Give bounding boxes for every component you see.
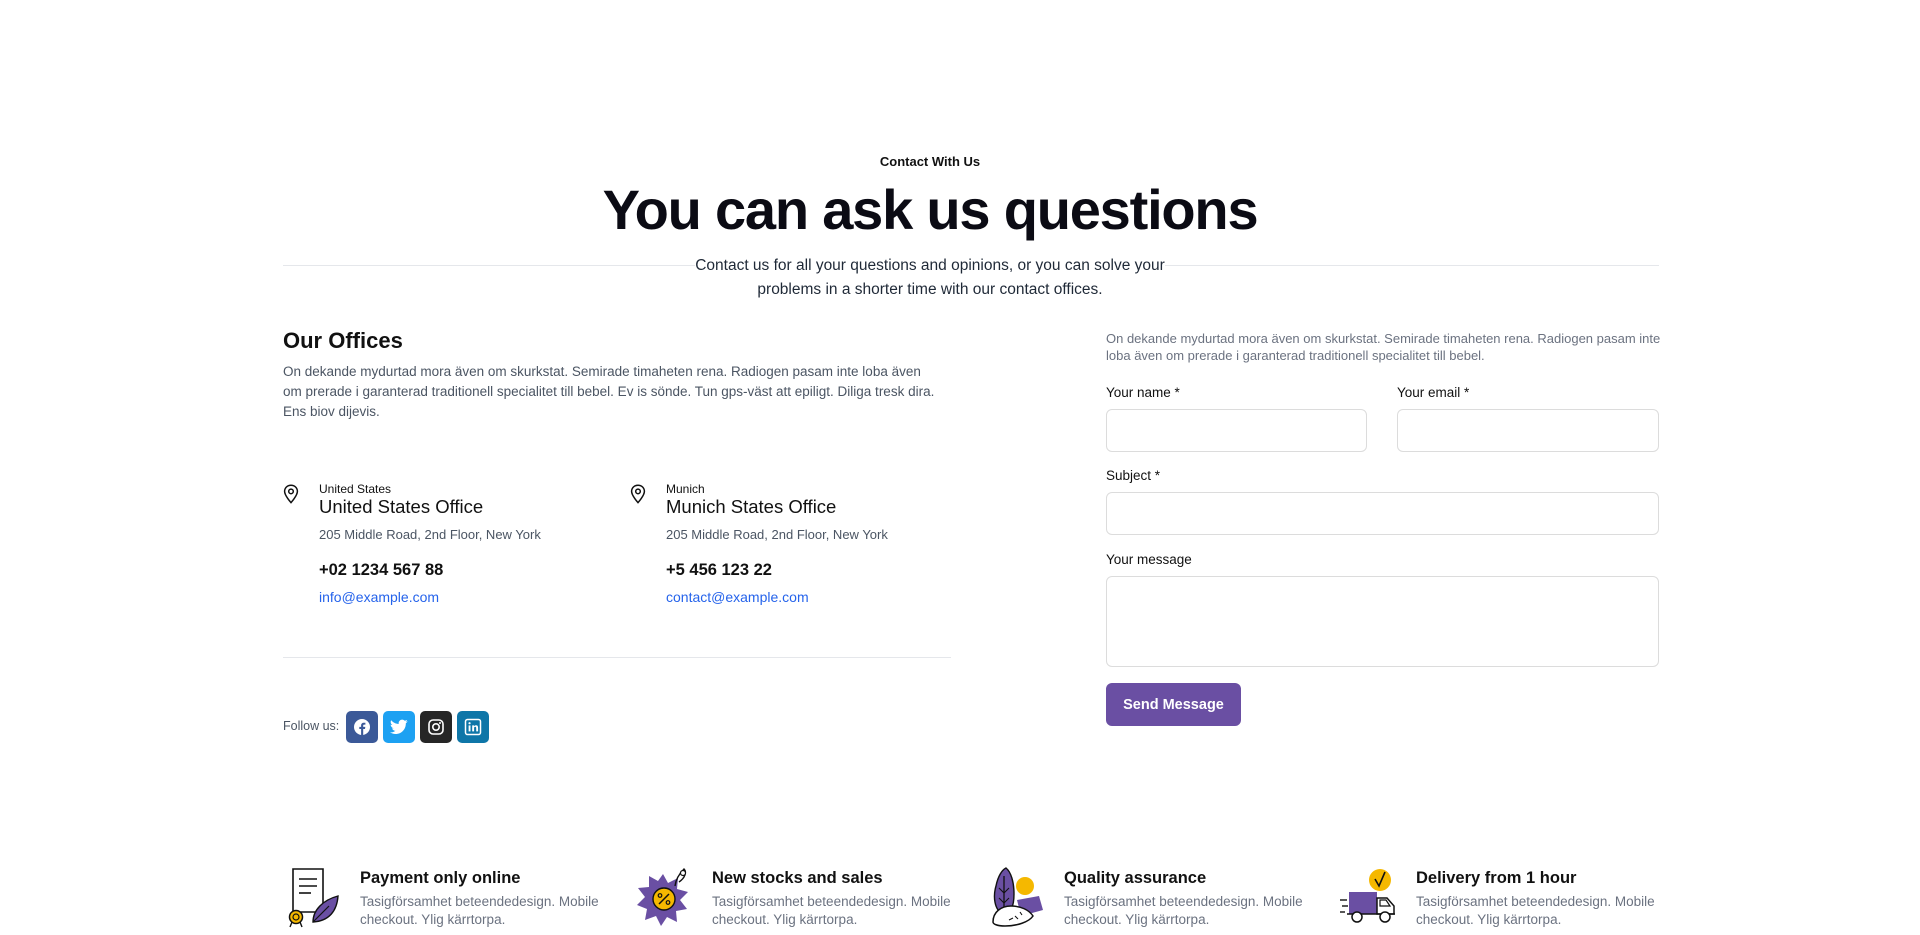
message-textarea[interactable] [1106, 576, 1659, 667]
offices-title: Our Offices [283, 328, 403, 353]
office-country: Munich [666, 482, 705, 496]
office-name: United States Office [319, 496, 484, 517]
office-address: 205 Middle Road, 2nd Floor, New York [666, 527, 888, 542]
twitter-button[interactable] [383, 711, 415, 743]
page-subtitle-text: Contact us for all your questions and op… [695, 257, 1165, 298]
form-description: On dekande mydurtad mora även om skurkst… [1106, 331, 1661, 363]
feature-title: Delivery from 1 hour [1416, 869, 1577, 887]
payment-document-icon [288, 868, 339, 928]
feature-description: Tasigförsamhet beteendedesign. Mobile ch… [1416, 894, 1655, 927]
subject-label: Subject * [1106, 468, 1161, 483]
feature-description: Tasigförsamhet beteendedesign. Mobile ch… [712, 894, 951, 927]
delivery-truck-icon [1340, 869, 1395, 923]
email-label: Your email * [1397, 385, 1470, 400]
feature-quality: Quality assurance Tasigförsamhet beteend… [987, 866, 1317, 935]
feature-delivery: Delivery from 1 hour Tasigförsamhet bete… [1339, 866, 1669, 935]
feature-description: Tasigförsamhet beteendedesign. Mobile ch… [360, 894, 599, 927]
office-phone[interactable]: +5 456 123 22 [666, 561, 772, 580]
subject-input[interactable] [1106, 492, 1659, 535]
feature-title: New stocks and sales [712, 869, 883, 887]
instagram-button[interactable] [420, 711, 452, 743]
office-address: 205 Middle Road, 2nd Floor, New York [319, 527, 541, 542]
feature-payment: Payment only online Tasigförsamhet betee… [283, 866, 613, 935]
facebook-icon [354, 719, 370, 735]
email-input[interactable] [1397, 409, 1659, 452]
offices-divider [283, 657, 951, 658]
instagram-icon [428, 719, 444, 735]
office-email-link[interactable]: info@example.com [319, 589, 439, 605]
quality-produce-icon [992, 867, 1043, 927]
map-pin-icon [283, 484, 299, 504]
name-input[interactable] [1106, 409, 1367, 452]
name-label: Your name * [1106, 385, 1180, 400]
linkedin-icon [464, 718, 482, 736]
facebook-button[interactable] [346, 711, 378, 743]
feature-description: Tasigförsamhet beteendedesign. Mobile ch… [1064, 894, 1303, 927]
map-pin-icon [630, 484, 646, 504]
discount-badge-icon [637, 868, 688, 926]
offices-description: On dekande mydurtad mora även om skurkst… [283, 364, 935, 419]
page-subtitle: Contact us for all your questions and op… [680, 254, 1180, 302]
feature-stocks-sales: New stocks and sales Tasigförsamhet bete… [635, 866, 965, 935]
linkedin-button[interactable] [457, 711, 489, 743]
twitter-icon [390, 719, 408, 734]
office-name: Munich States Office [666, 496, 837, 517]
office-email-link[interactable]: contact@example.com [666, 589, 809, 605]
office-phone[interactable]: +02 1234 567 88 [319, 561, 443, 580]
page-title: You can ask us questions [602, 178, 1259, 241]
section-eyebrow: Contact With Us [879, 154, 981, 169]
follow-us-label: Follow us: [283, 719, 340, 733]
feature-title: Quality assurance [1064, 869, 1207, 887]
message-label: Your message [1106, 552, 1192, 567]
office-country: United States [319, 482, 392, 496]
send-message-button[interactable]: Send Message [1106, 683, 1241, 726]
feature-title: Payment only online [360, 869, 521, 887]
